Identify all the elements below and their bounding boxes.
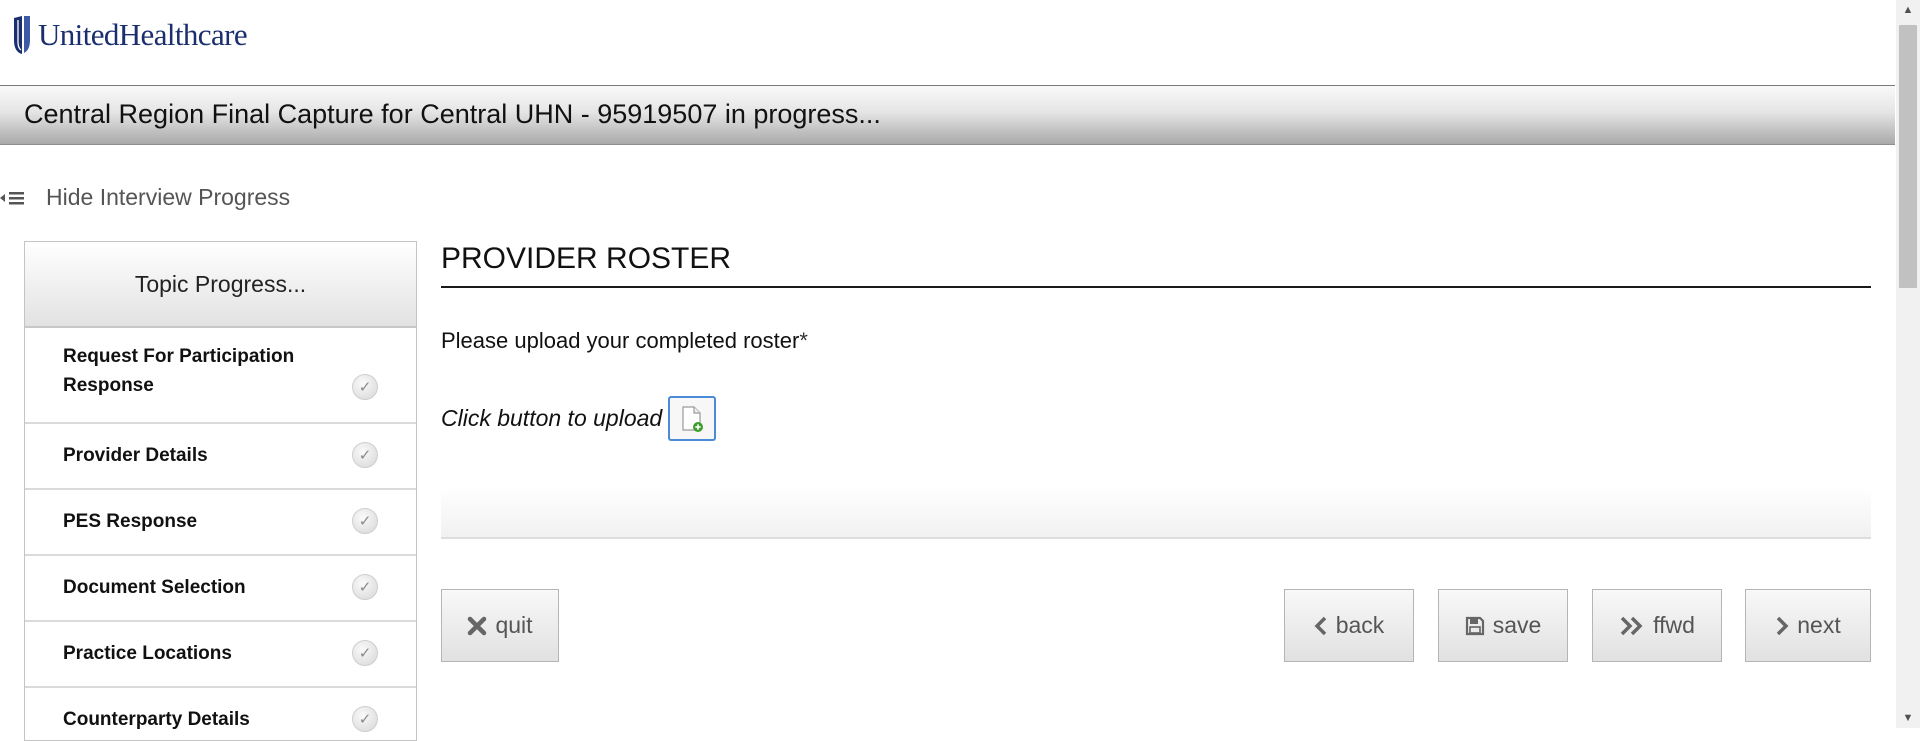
section-title: PROVIDER ROSTER (441, 242, 1871, 288)
save-label: save (1492, 612, 1542, 638)
back-label: back (1335, 612, 1385, 638)
topic-progress-heading: Topic Progress... (134, 270, 307, 297)
brand-name: UnitedHealthcare (38, 17, 248, 52)
page-scrollbar[interactable]: ▲ ▼ (1896, 0, 1920, 728)
ffwd-label: ffwd (1653, 612, 1695, 638)
upload-question: Please upload your completed roster* (441, 328, 808, 354)
section-footer (441, 487, 1871, 539)
topic-label: Request For Participation Response (63, 346, 295, 396)
upload-instruction: Click button to upload (441, 405, 663, 431)
quit-label: quit (495, 612, 533, 638)
unitedhealthcare-logo: UnitedHealthcare (12, 14, 248, 56)
interview-title: Central Region Final Capture for Central… (24, 99, 881, 129)
scroll-up-arrow-icon[interactable]: ▲ (1896, 0, 1920, 20)
hide-interview-progress-label: Hide Interview Progress (46, 184, 291, 210)
next-button[interactable]: next (1745, 589, 1871, 662)
check-icon: ✓ (352, 640, 378, 666)
double-chevron-right-icon (1619, 616, 1645, 636)
topic-item-document-selection[interactable]: Document Selection ✓ (25, 556, 416, 622)
check-icon: ✓ (352, 574, 378, 600)
interview-title-bar: Central Region Final Capture for Central… (0, 85, 1895, 145)
chevron-right-icon (1775, 616, 1789, 636)
list-collapse-icon (0, 189, 36, 207)
chevron-left-icon (1314, 616, 1328, 636)
quit-button[interactable]: quit (441, 589, 559, 662)
topic-label: Practice Locations (63, 643, 232, 664)
check-icon: ✓ (352, 442, 378, 468)
topic-label: Provider Details (63, 445, 208, 466)
required-marker: * (799, 328, 808, 353)
close-icon (467, 616, 487, 636)
topic-item-provider-details[interactable]: Provider Details ✓ (25, 424, 416, 490)
upload-row: Click button to upload (441, 396, 717, 441)
scroll-down-arrow-icon[interactable]: ▼ (1896, 708, 1920, 728)
floppy-disk-icon (1465, 616, 1485, 636)
topic-item-pes-response[interactable]: PES Response ✓ (25, 490, 416, 556)
back-button[interactable]: back (1284, 589, 1414, 662)
topic-label: PES Response (63, 511, 198, 532)
topic-item-practice-locations[interactable]: Practice Locations ✓ (25, 622, 416, 688)
scroll-thumb[interactable] (1899, 25, 1917, 288)
uhc-shield-icon (14, 16, 30, 54)
topic-label: Document Selection (63, 577, 246, 598)
next-label: next (1797, 612, 1841, 638)
check-icon: ✓ (352, 706, 378, 732)
check-icon: ✓ (352, 508, 378, 534)
save-button[interactable]: save (1438, 589, 1568, 662)
topic-item-counterparty-details[interactable]: Counterparty Details ✓ (25, 688, 416, 740)
topic-label: Counterparty Details (63, 709, 250, 730)
ffwd-button[interactable]: ffwd (1592, 589, 1722, 662)
topic-item-request-for-participation[interactable]: Request For Participation Response ✓ (25, 328, 416, 424)
upload-file-button[interactable] (668, 396, 717, 441)
hide-interview-progress-toggle[interactable]: Hide Interview Progress (0, 184, 290, 211)
check-icon: ✓ (352, 374, 378, 400)
upload-question-text: Please upload your completed roster (441, 328, 800, 353)
topic-progress-header: Topic Progress... (25, 242, 416, 328)
file-add-icon (682, 405, 704, 432)
topic-progress-panel: Topic Progress... Request For Participat… (24, 241, 417, 741)
